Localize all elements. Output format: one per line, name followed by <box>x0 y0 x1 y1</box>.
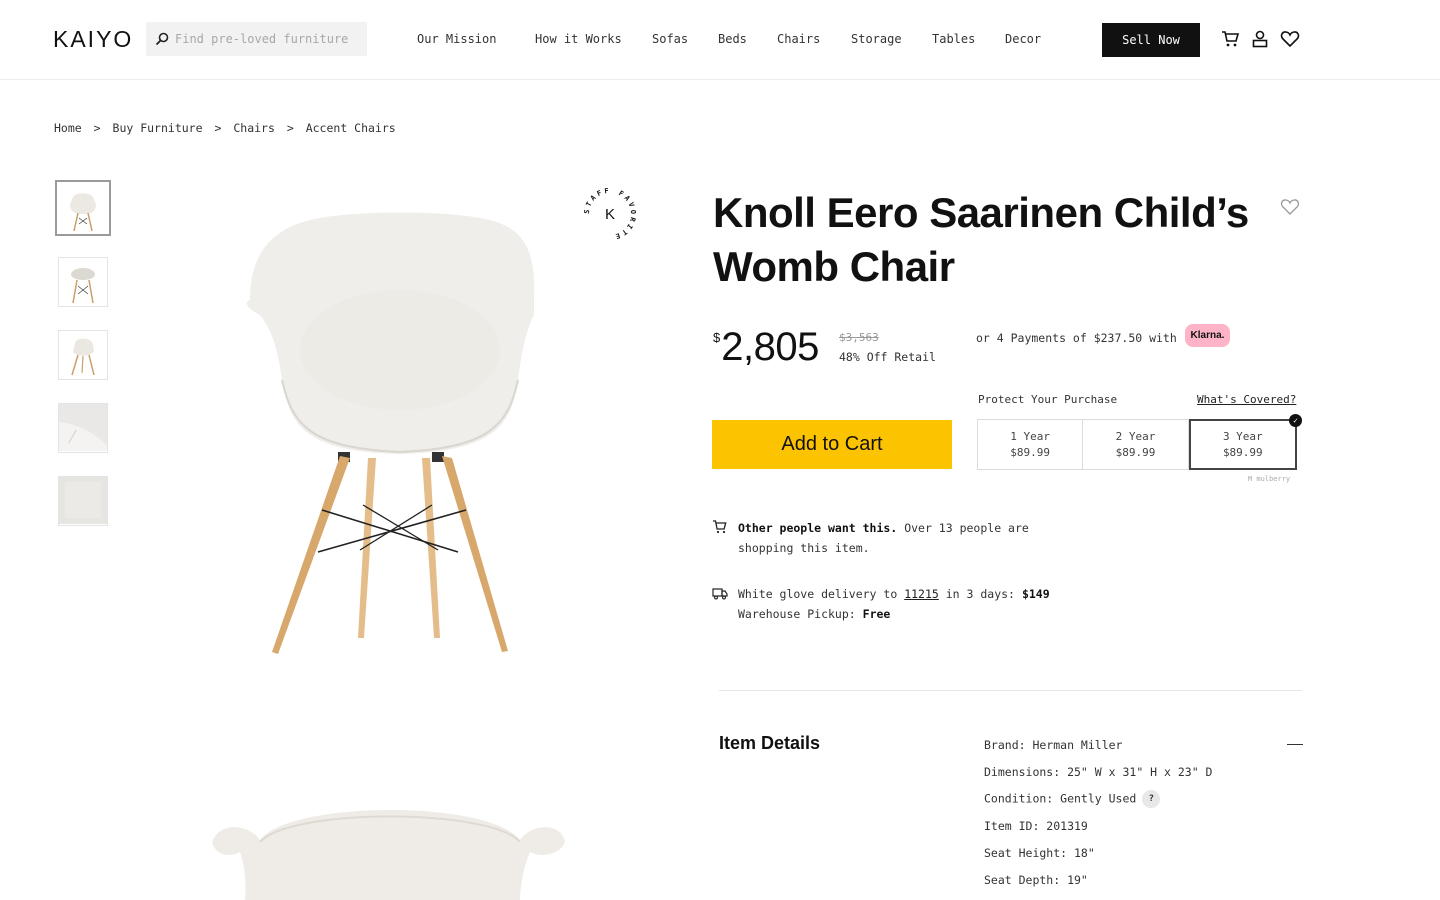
plan-term: 3 Year <box>1222 429 1263 443</box>
product-price: $ 2,805 <box>713 324 819 370</box>
delivery-zip-link[interactable]: 11215 <box>904 587 939 601</box>
chair-thumbnail-image <box>70 193 96 232</box>
plan-option-3-year[interactable]: ✓ 3 Year $89.99 <box>1188 414 1302 470</box>
nav-sofas[interactable]: Sofas <box>652 32 688 46</box>
thumbnail-5[interactable] <box>58 476 108 526</box>
pickup-label: Warehouse Pickup: <box>738 607 856 621</box>
breadcrumb-separator: > <box>286 121 294 135</box>
chair-detail-thumbnail-image <box>59 404 107 451</box>
plan-term: 1 Year <box>1010 429 1051 443</box>
detail-dimensions: Dimensions: 25" W x 31" H x 23" D <box>984 765 1213 779</box>
nav-beds[interactable]: Beds <box>718 32 747 46</box>
nav-how-it-works[interactable]: How it Works <box>535 32 622 46</box>
delivery-truck-icon <box>712 588 728 600</box>
nav-tables[interactable]: Tables <box>932 32 975 46</box>
plan-price: $89.99 <box>1115 445 1156 459</box>
item-details-heading[interactable]: Item Details <box>719 733 820 754</box>
protection-plans: 1 Year $89.99 2 Year $89.99 ✓ 3 Year $89… <box>977 414 1302 470</box>
breadcrumb-accent-chairs[interactable]: Accent Chairs <box>306 121 396 135</box>
nav-chairs[interactable]: Chairs <box>777 32 820 46</box>
breadcrumb-buy-furniture[interactable]: Buy Furniture <box>113 121 203 135</box>
site-header: KAIYO Our Mission How it Works Sofas Bed… <box>0 0 1440 80</box>
protection-label: Protect Your Purchase <box>978 393 1118 406</box>
klarna-badge[interactable]: Klarna. <box>1185 324 1230 347</box>
collapse-minus-icon[interactable] <box>1287 744 1303 745</box>
plan-term: 2 Year <box>1115 429 1156 443</box>
thumbnail-4[interactable] <box>58 403 108 453</box>
thumbnail-3[interactable] <box>58 330 108 380</box>
product-secondary-image[interactable] <box>200 780 580 900</box>
detail-condition-text: Condition: Gently Used <box>984 791 1137 806</box>
detail-seat-height: Seat Height: 18" <box>984 846 1095 860</box>
plan-option-2-year[interactable]: 2 Year $89.99 <box>1083 419 1189 470</box>
discount-text: 48% Off Retail <box>839 350 936 364</box>
whats-covered-link[interactable]: What's Covered? <box>1197 393 1296 406</box>
mulberry-logo: M mulberry <box>1248 475 1291 483</box>
price-amount: 2,805 <box>721 325 819 369</box>
nav-decor[interactable]: Decor <box>1005 32 1041 46</box>
help-icon[interactable]: ? <box>1142 790 1161 808</box>
price-currency: $ <box>713 330 721 345</box>
product-title: Knoll Eero Saarinen Child’s Womb Chair <box>713 189 1249 290</box>
detail-item-id: Item ID: 201319 <box>984 819 1088 833</box>
account-icon[interactable] <box>1250 29 1270 49</box>
breadcrumb: Home > Buy Furniture > Chairs > Accent C… <box>54 121 401 135</box>
retail-price: $3,563 <box>839 331 879 344</box>
wishlist-heart-icon[interactable] <box>1280 198 1300 216</box>
nav-our-mission[interactable]: Our Mission <box>417 32 496 46</box>
thumbnail-1[interactable] <box>55 180 111 236</box>
klarna-installments-text: or 4 Payments of $237.50 with <box>976 331 1177 345</box>
plan-option-1-year[interactable]: 1 Year $89.99 <box>977 419 1084 470</box>
delivery-mid: in 3 days: <box>945 587 1015 601</box>
search-input[interactable] <box>175 32 365 46</box>
demand-bold-text: Other people want this. <box>738 521 898 535</box>
detail-brand: Brand: Herman Miller <box>984 738 1123 752</box>
cart-icon[interactable] <box>1220 29 1240 49</box>
breadcrumb-separator: > <box>214 121 222 135</box>
svg-text:K: K <box>605 206 615 223</box>
chair-thumbnail-image <box>71 268 95 304</box>
chair-texture-thumbnail-image <box>59 477 107 524</box>
chair-thumbnail-image <box>71 338 95 376</box>
detail-condition: Condition: Gently Used? <box>984 790 1161 808</box>
cart-icon <box>713 520 727 534</box>
heart-icon[interactable] <box>1280 29 1300 49</box>
thumbnail-2[interactable] <box>58 257 108 307</box>
delivery-price: $149 <box>1021 587 1050 601</box>
plan-price: $89.99 <box>1010 445 1051 459</box>
delivery-info: White glove delivery to 11215 in 3 days:… <box>712 584 1112 624</box>
product-main-image[interactable] <box>200 190 600 670</box>
demand-notice: Other people want this. Over 13 people a… <box>712 518 1072 558</box>
checkmark-icon: ✓ <box>1288 414 1302 427</box>
add-to-cart-button[interactable]: Add to Cart <box>712 420 952 469</box>
search-bar[interactable] <box>146 22 367 56</box>
breadcrumb-home[interactable]: Home <box>54 121 82 135</box>
kaiyo-logo[interactable]: KAIYO <box>53 26 133 53</box>
breadcrumb-chairs[interactable]: Chairs <box>233 121 275 135</box>
plan-price: $89.99 <box>1222 445 1263 459</box>
breadcrumb-separator: > <box>93 121 101 135</box>
nav-storage[interactable]: Storage <box>851 32 902 46</box>
detail-seat-depth: Seat Depth: 19" <box>984 873 1088 887</box>
search-icon <box>155 32 169 46</box>
staff-favorite-badge: STAFF FAVORITE K <box>583 187 635 241</box>
sell-now-button[interactable]: Sell Now <box>1102 23 1200 57</box>
pickup-value: Free <box>862 607 891 621</box>
section-divider <box>719 690 1302 691</box>
delivery-prefix: White glove delivery to <box>738 587 898 601</box>
